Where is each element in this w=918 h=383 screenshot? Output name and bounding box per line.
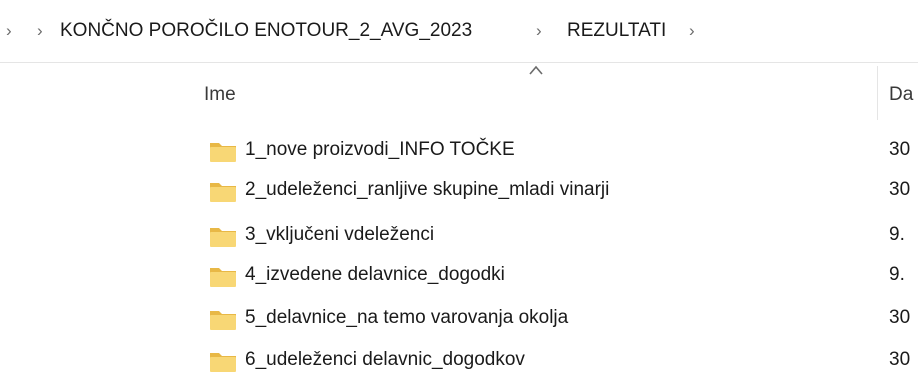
file-date-modified: 30 <box>889 307 911 328</box>
file-row[interactable]: 2_udeleženci_ranljive skupine_mladi vina… <box>200 170 918 210</box>
file-date-modified: 9. <box>889 264 905 285</box>
file-name[interactable]: 5_delavnice_na temo varovanja okolja <box>245 305 568 331</box>
folder-icon <box>210 268 236 287</box>
file-row[interactable]: 5_delavnice_na temo varovanja okolja 30 <box>200 298 918 338</box>
column-header-date[interactable]: Da <box>889 82 918 108</box>
chevron-right-icon[interactable]: › <box>37 18 43 44</box>
breadcrumb-item-rezultati[interactable]: REZULTATI <box>567 18 666 44</box>
folder-icon <box>210 353 236 372</box>
address-bar[interactable]: › › KONČNO POROČILO ENOTOUR_2_AVG_2023 ›… <box>0 0 918 63</box>
folder-icon <box>210 183 236 202</box>
file-name[interactable]: 6_udeleženci delavnic_dogodkov <box>245 347 525 373</box>
file-date-modified: 30 <box>889 179 911 200</box>
file-name[interactable]: 3_vključeni vdeleženci <box>245 222 434 248</box>
folder-icon <box>210 143 236 162</box>
chevron-right-icon[interactable]: › <box>536 18 542 44</box>
chevron-right-icon[interactable]: › <box>6 18 12 44</box>
file-row[interactable]: 6_udeleženci delavnic_dogodkov 30 <box>200 340 918 380</box>
file-row[interactable]: 1_nove proizvodi_INFO TOČKE 30 <box>200 130 918 170</box>
column-header-name[interactable]: Ime <box>204 82 236 108</box>
folder-icon <box>210 311 236 330</box>
column-divider[interactable] <box>877 66 878 120</box>
file-name[interactable]: 2_udeleženci_ranljive skupine_mladi vina… <box>245 177 609 203</box>
file-row[interactable]: 4_izvedene delavnice_dogodki 9. <box>200 255 918 295</box>
file-date-modified: 9. <box>889 224 905 245</box>
chevron-right-icon[interactable]: › <box>689 18 695 44</box>
file-date-modified: 30 <box>889 139 911 160</box>
file-name[interactable]: 4_izvedene delavnice_dogodki <box>245 262 505 288</box>
file-date-modified: 30 <box>889 349 911 370</box>
file-row[interactable]: 3_vključeni vdeleženci 9. <box>200 215 918 255</box>
sort-ascending-icon <box>529 65 543 75</box>
breadcrumb-item-koncno-porocilo[interactable]: KONČNO POROČILO ENOTOUR_2_AVG_2023 <box>60 18 472 44</box>
file-name[interactable]: 1_nove proizvodi_INFO TOČKE <box>245 137 515 163</box>
folder-icon <box>210 228 236 247</box>
